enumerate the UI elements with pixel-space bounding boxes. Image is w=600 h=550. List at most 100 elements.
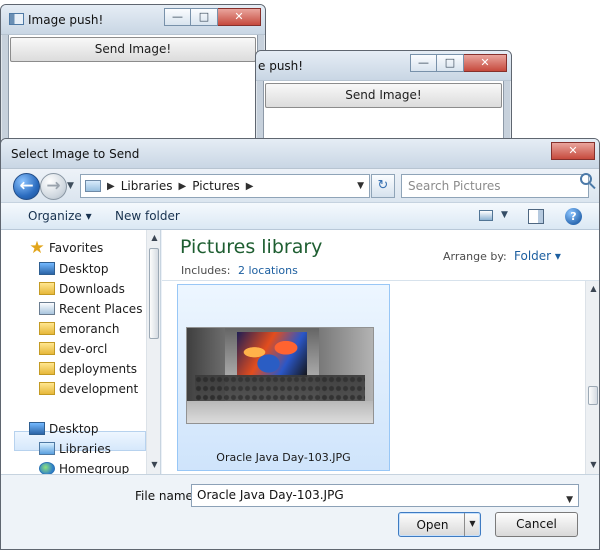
- sidebar-item-desktop-root[interactable]: Desktop: [29, 420, 99, 438]
- address-row: ← → ▼ ▶ Libraries ▶ Pictures ▶ ▼ ↻ Searc…: [1, 169, 599, 203]
- close-button[interactable]: ✕: [218, 8, 261, 26]
- downloads-folder-icon: [39, 282, 55, 295]
- help-icon[interactable]: ?: [565, 208, 582, 225]
- send-image-button[interactable]: Send Image!: [10, 37, 256, 62]
- navigation-scrollbar[interactable]: ▲ ▼: [146, 230, 160, 474]
- sidebar-item-label: dev-orcl: [59, 342, 108, 356]
- scroll-down-icon[interactable]: ▼: [588, 459, 599, 471]
- back-arrow-icon[interactable]: ←: [13, 173, 40, 200]
- chevron-down-icon[interactable]: ▼: [566, 490, 573, 511]
- window-caption-buttons: — □ ✕: [410, 54, 507, 72]
- scroll-up-icon[interactable]: ▲: [588, 283, 599, 295]
- sidebar-item-libraries[interactable]: Libraries: [39, 440, 111, 458]
- maximize-button[interactable]: □: [437, 54, 464, 72]
- image-thumbnail[interactable]: [186, 327, 374, 424]
- breadcrumb[interactable]: ▶ Libraries ▶ Pictures ▶ ▼: [80, 174, 370, 198]
- file-name-field-label: File name:: [135, 489, 197, 503]
- send-image-button[interactable]: Send Image!: [265, 83, 502, 108]
- close-button[interactable]: ✕: [551, 142, 595, 160]
- sidebar-item-development[interactable]: development: [39, 380, 139, 398]
- sidebar-item-recent-places[interactable]: Recent Places: [39, 300, 143, 318]
- includes-label: Includes:: [181, 264, 231, 277]
- minimize-button[interactable]: —: [410, 54, 437, 72]
- sidebar-item-homegroup[interactable]: Homegroup: [39, 460, 130, 474]
- library-includes: Includes: 2 locations: [181, 264, 298, 277]
- scroll-up-icon[interactable]: ▲: [149, 232, 160, 244]
- folder-icon: [39, 322, 55, 335]
- scroll-down-icon[interactable]: ▼: [149, 459, 160, 471]
- arrange-by-label: Arrange by:: [443, 250, 507, 263]
- search-input[interactable]: Search Pictures: [401, 174, 589, 198]
- minimize-button[interactable]: —: [164, 8, 191, 26]
- chevron-right-icon: ▶: [107, 180, 115, 192]
- folder-icon: [85, 180, 101, 192]
- open-button[interactable]: Open ▼: [398, 512, 481, 537]
- preview-pane-icon[interactable]: [528, 209, 544, 224]
- command-bar: Organize ▾ New folder ▼ ?: [1, 203, 599, 230]
- search-icon[interactable]: [580, 173, 592, 185]
- chevron-down-icon[interactable]: ▼: [464, 513, 480, 536]
- forward-arrow-icon[interactable]: →: [40, 173, 67, 200]
- sidebar-item-label: Desktop: [59, 262, 109, 276]
- close-button[interactable]: ✕: [464, 54, 507, 72]
- recent-places-icon: [39, 302, 55, 315]
- window-title: e push!: [258, 59, 304, 73]
- sidebar-item-favorites[interactable]: ★ Favorites: [29, 239, 104, 257]
- content-scroll-thumb[interactable]: [588, 386, 598, 405]
- application-icon: [9, 13, 24, 25]
- locations-link[interactable]: 2 locations: [238, 264, 298, 277]
- navigation-pane: ★ Favorites Desktop Downloads Recent Pla…: [1, 230, 161, 474]
- image-push-titlebar[interactable]: Image push! — □ ✕: [1, 5, 265, 35]
- window-title: Image push!: [28, 13, 104, 27]
- dialog-title: Select Image to Send: [11, 147, 140, 161]
- dialog-caption-buttons: ✕: [551, 142, 595, 160]
- file-name-value: Oracle Java Day-103.JPG: [197, 488, 344, 502]
- arrange-by-dropdown[interactable]: Folder ▾: [514, 249, 561, 263]
- star-icon: ★: [29, 238, 45, 258]
- open-button-label: Open: [416, 518, 449, 532]
- image-push-titlebar[interactable]: e push! — □ ✕: [256, 51, 511, 81]
- chevron-down-icon[interactable]: ▼: [357, 181, 364, 191]
- sidebar-item-label: Recent Places: [59, 302, 143, 316]
- chevron-down-icon[interactable]: ▼: [501, 210, 508, 220]
- sidebar-item-label: development: [59, 382, 139, 396]
- sidebar-item-label: emoranch: [59, 322, 120, 336]
- page-title: Pictures library: [180, 236, 323, 258]
- maximize-button[interactable]: □: [191, 8, 218, 26]
- organize-button[interactable]: Organize ▾: [28, 209, 92, 223]
- refresh-icon[interactable]: ↻: [371, 174, 395, 198]
- chevron-right-icon: ▶: [178, 180, 187, 192]
- view-icon[interactable]: [479, 210, 493, 221]
- sidebar-item-label: deployments: [59, 362, 138, 376]
- sidebar-item-desktop[interactable]: Desktop: [39, 260, 109, 278]
- folder-icon: [39, 342, 55, 355]
- navigation-scroll-thumb[interactable]: [149, 248, 159, 339]
- file-name-input[interactable]: Oracle Java Day-103.JPG ▼: [191, 484, 579, 507]
- file-content-pane: Oracle Java Day-103.JPG ▲ ▼: [162, 281, 599, 474]
- cancel-button[interactable]: Cancel: [495, 512, 578, 537]
- breadcrumb-libraries[interactable]: Libraries: [121, 179, 173, 193]
- folder-icon: [39, 382, 55, 395]
- sidebar-item-dev-orcl[interactable]: dev-orcl: [39, 340, 108, 358]
- sidebar-item-downloads[interactable]: Downloads: [39, 280, 125, 298]
- folder-icon: [39, 362, 55, 375]
- content-scrollbar[interactable]: ▲ ▼: [585, 281, 599, 474]
- desktop-icon: [29, 422, 45, 435]
- chevron-right-icon: ▶: [245, 180, 254, 192]
- breadcrumb-pictures[interactable]: Pictures: [192, 179, 240, 193]
- history-dropdown-icon[interactable]: ▼: [67, 181, 74, 191]
- sidebar-item-deployments[interactable]: deployments: [39, 360, 138, 378]
- dialog-titlebar[interactable]: Select Image to Send ✕: [1, 139, 599, 169]
- selected-file-tile[interactable]: Oracle Java Day-103.JPG: [177, 284, 390, 471]
- file-selection-footer: File name: Oracle Java Day-103.JPG ▼ Ope…: [1, 474, 599, 549]
- sidebar-item-label: Favorites: [49, 241, 104, 255]
- library-header: Pictures library Includes: 2 locations A…: [162, 230, 599, 281]
- new-folder-button[interactable]: New folder: [115, 209, 180, 223]
- sidebar-item-label: Libraries: [59, 442, 111, 456]
- homegroup-icon: [39, 462, 55, 474]
- thumbnail-mural: [237, 332, 307, 377]
- window-caption-buttons: — □ ✕: [164, 8, 261, 26]
- sidebar-item-emoranch[interactable]: emoranch: [39, 320, 120, 338]
- file-name-label: Oracle Java Day-103.JPG: [216, 451, 351, 464]
- sidebar-item-label: Homegroup: [59, 462, 130, 474]
